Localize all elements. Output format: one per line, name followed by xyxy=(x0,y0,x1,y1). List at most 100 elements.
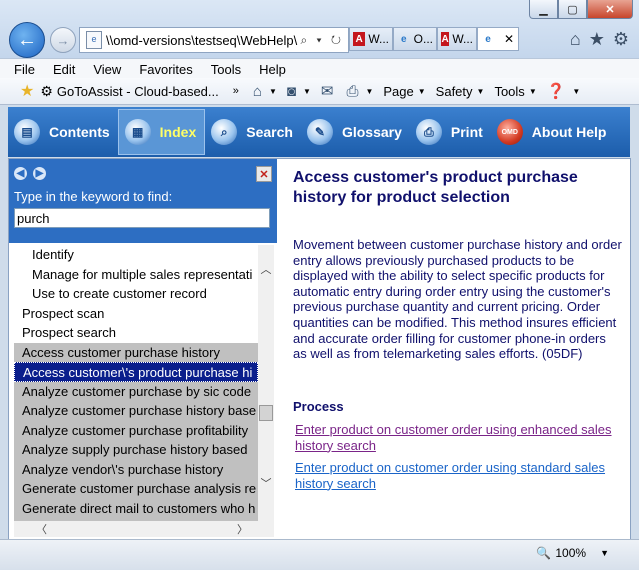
scroll-down-icon[interactable]: ﹀ xyxy=(258,475,274,491)
page-menu[interactable]: Page ▼ xyxy=(383,84,425,99)
favorites-star-icon[interactable]: ★ xyxy=(589,29,605,50)
index-list-item[interactable]: Prospect search xyxy=(14,323,258,343)
index-list-item[interactable]: Use to create customer record xyxy=(14,284,258,304)
print-button[interactable]: ⎙ Print xyxy=(410,109,491,155)
safety-menu[interactable]: Safety ▼ xyxy=(436,84,485,99)
printer-icon: ⎙ xyxy=(346,82,359,100)
menu-favorites[interactable]: Favorites xyxy=(135,62,196,77)
search-icon: ⌕ xyxy=(211,119,238,145)
scroll-thumb[interactable] xyxy=(259,405,273,421)
home-icon: ⌂ xyxy=(252,82,262,100)
menu-bar: File Edit View Favorites Tools Help xyxy=(0,58,639,79)
menu-help[interactable]: Help xyxy=(255,62,290,77)
index-list-item[interactable]: Analyze vendor\'s purchase history xyxy=(14,459,258,479)
keyword-label: Type in the keyword to find: xyxy=(14,189,173,204)
index-list-item[interactable]: Access customer purchase history xyxy=(14,342,258,362)
link-standard-sales-history[interactable]: Enter product on customer order using st… xyxy=(295,460,625,491)
about-help-button[interactable]: OMD About Help xyxy=(491,109,615,155)
zoom-magnifier-icon: 🔍 xyxy=(536,546,552,560)
help-menu-button[interactable]: ❓ ▼ xyxy=(547,82,581,100)
index-pane: ◀ ▶ ✕ Type in the keyword to find: Ident… xyxy=(8,158,279,540)
back-button[interactable]: ← xyxy=(9,22,45,58)
browser-tab-2[interactable]: e O... xyxy=(393,27,437,51)
browser-nav-icons: ⌂ ★ ⚙ xyxy=(570,29,629,50)
index-list-item[interactable]: Manage for multiple sales representati xyxy=(14,265,258,285)
home-icon[interactable]: ⌂ xyxy=(570,29,581,50)
forward-button[interactable]: → xyxy=(50,27,76,53)
print-toolbar-button[interactable]: ⎙ ▼ xyxy=(346,83,373,100)
minimize-button[interactable]: ▁ xyxy=(529,0,558,19)
help-toolbar: ▤ Contents ▦ Index ⌕ Search ✎ Glossary ⎙ Prin… xyxy=(8,107,630,157)
close-tab-icon[interactable]: ✕ xyxy=(504,32,514,46)
status-bar: 🔍 100% ▼ xyxy=(0,539,639,570)
browser-tab-active[interactable]: e ✕ xyxy=(477,27,519,51)
help-question-icon: ❓ xyxy=(546,83,566,100)
page-icon: e xyxy=(86,31,102,49)
index-list-item[interactable]: Access customer\'s product purchase hi xyxy=(14,362,258,382)
book-icon: ▤ xyxy=(14,119,40,145)
mail-button[interactable]: ✉ xyxy=(321,82,337,100)
menu-tools[interactable]: Tools xyxy=(207,62,245,77)
menu-file[interactable]: File xyxy=(10,62,39,77)
pane-back-icon[interactable]: ◀ xyxy=(14,167,27,180)
index-list-item[interactable]: Generate customer purchase analysis re xyxy=(14,479,258,499)
address-url[interactable]: \\omd-versions\testseq\WebHelp\ xyxy=(106,33,300,48)
home-toolbar-button[interactable]: ⌂ ▼ xyxy=(253,83,277,100)
search-button[interactable]: ⌕ Search xyxy=(205,109,301,155)
print-icon: ⎙ xyxy=(415,119,442,145)
glossary-icon: ✎ xyxy=(306,119,333,145)
feeds-button[interactable]: ◙ ▼ xyxy=(287,83,311,100)
tools-menu[interactable]: Tools ▼ xyxy=(494,84,536,99)
mail-icon: ✉ xyxy=(320,83,334,100)
browser-tab-1[interactable]: A W... xyxy=(349,27,393,51)
glossary-button[interactable]: ✎ Glossary xyxy=(301,109,410,155)
scroll-up-icon[interactable]: ︿ xyxy=(258,261,274,277)
menu-view[interactable]: View xyxy=(89,62,125,77)
index-list-item[interactable]: Generate direct mail to customers who h xyxy=(14,498,258,518)
index-list: Identify Manage for multiple sales repres… xyxy=(14,245,258,521)
maximize-button[interactable]: ▢ xyxy=(558,0,587,19)
index-pane-header: ◀ ▶ ✕ Type in the keyword to find: xyxy=(9,159,278,243)
link-enhanced-sales-history[interactable]: Enter product on customer order using en… xyxy=(295,422,625,453)
index-list-item[interactable]: Identify xyxy=(14,245,258,265)
keyword-input[interactable] xyxy=(14,208,270,228)
index-list-item[interactable]: Prospect scan xyxy=(14,304,258,324)
index-icon: ▦ xyxy=(124,119,151,145)
menu-edit[interactable]: Edit xyxy=(49,62,79,77)
index-button[interactable]: ▦ Index xyxy=(117,109,206,155)
favorite-gotoassist[interactable]: GoToAssist - Cloud-based... xyxy=(57,84,219,99)
index-list-item[interactable]: Analyze supply purchase history based xyxy=(14,440,258,460)
command-bar: ★ ⚙ GoToAssist - Cloud-based... » ⌂ ▼ ◙ ▼ … xyxy=(0,78,639,105)
omd-logo-icon: OMD xyxy=(496,119,523,145)
topic-pane: Access customer's product purchase histo… xyxy=(277,158,631,540)
back-arrow-icon: ← xyxy=(17,28,37,51)
topic-body: Movement between customer purchase histo… xyxy=(293,237,622,362)
address-bar[interactable]: e \\omd-versions\testseq\WebHelp\ ⌕ ▾ ↻ xyxy=(79,27,349,53)
close-window-button[interactable]: ✕ xyxy=(587,0,633,19)
process-heading: Process xyxy=(293,399,344,414)
adobe-icon: A xyxy=(353,32,366,46)
contents-button[interactable]: ▤ Contents xyxy=(8,109,118,155)
address-tools[interactable]: ⌕ ▾ ↻ xyxy=(300,33,348,48)
browser-tab-3[interactable]: A W... xyxy=(437,27,477,51)
ie-icon: e xyxy=(485,33,491,45)
index-horizontal-scrollbar[interactable]: 〈 〉 xyxy=(14,521,274,537)
close-pane-icon[interactable]: ✕ xyxy=(256,166,272,182)
gear-icon: ⚙ xyxy=(40,82,53,99)
chevron-icon[interactable]: » xyxy=(233,85,239,97)
scroll-right-icon[interactable]: 〉 xyxy=(237,521,248,537)
ie-icon: e xyxy=(401,33,407,45)
favorites-add-icon[interactable]: ★ xyxy=(20,81,34,101)
index-list-item[interactable]: Analyze customer purchase profitability xyxy=(14,420,258,440)
pane-forward-icon[interactable]: ▶ xyxy=(33,167,46,180)
forward-arrow-icon: → xyxy=(56,32,70,48)
window-controls: ▁ ▢ ✕ xyxy=(529,0,633,20)
zoom-dropdown-icon[interactable]: ▼ xyxy=(600,548,609,558)
rss-icon: ◙ xyxy=(286,82,296,100)
settings-gear-icon[interactable]: ⚙ xyxy=(613,29,629,50)
index-list-item[interactable]: Analyze customer purchase by sic code xyxy=(14,381,258,401)
scroll-left-icon[interactable]: 〈 xyxy=(36,521,47,537)
index-list-item[interactable]: Analyze customer purchase history base xyxy=(14,401,258,421)
zoom-control[interactable]: 🔍 100% ▼ xyxy=(536,546,609,560)
index-vertical-scrollbar[interactable]: ︿ ﹀ xyxy=(258,245,274,521)
